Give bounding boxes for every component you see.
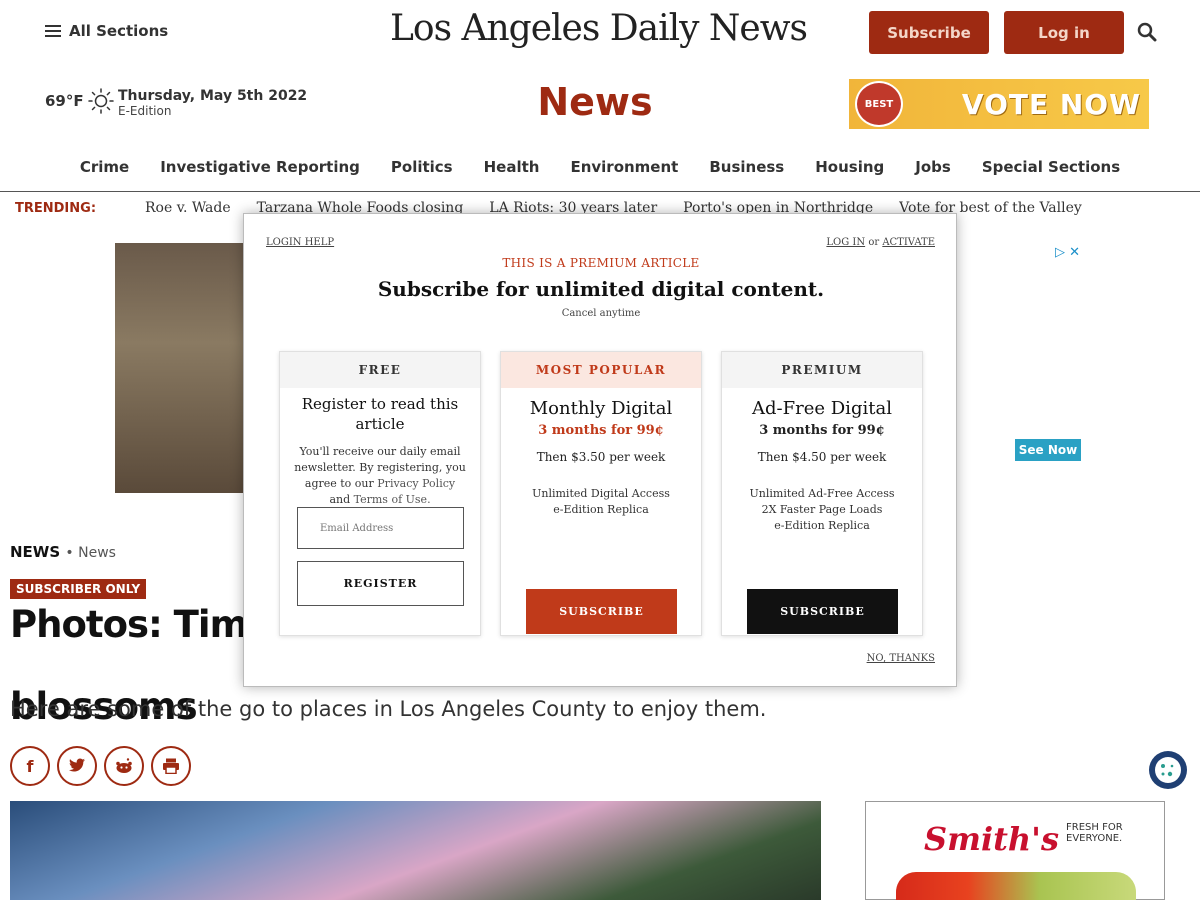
no-thanks-link[interactable]: NO, THANKS bbox=[867, 653, 935, 664]
nav-item-special-sections[interactable]: Special Sections bbox=[982, 158, 1120, 191]
ad-vote-text: VOTE NOW bbox=[961, 87, 1141, 121]
nav-item-crime[interactable]: Crime bbox=[80, 158, 129, 191]
breadcrumb-section[interactable]: NEWS bbox=[10, 543, 60, 561]
trending-label: TRENDING: bbox=[15, 201, 97, 216]
nav-item-health[interactable]: Health bbox=[484, 158, 540, 191]
paywall-modal: LOGIN HELP LOG IN or ACTIVATE THIS IS A … bbox=[243, 213, 957, 687]
ad-free-digital-card: PREMIUM Ad-Free Digital 3 months for 99¢… bbox=[721, 351, 923, 636]
modal-title: Subscribe for unlimited digital content. bbox=[377, 277, 825, 301]
nav-item-housing[interactable]: Housing bbox=[815, 158, 884, 191]
activate-link[interactable]: ACTIVATE bbox=[882, 237, 935, 248]
twitter-share-icon[interactable] bbox=[57, 746, 97, 786]
nav-item-politics[interactable]: Politics bbox=[391, 158, 453, 191]
plan-features: Unlimited Digital Access e-Edition Repli… bbox=[532, 487, 670, 516]
ad-brand: Smith's bbox=[924, 820, 1059, 858]
adfree-subscribe-button[interactable]: SUBSCRIBE bbox=[747, 589, 898, 634]
ad-badge: BEST bbox=[855, 81, 903, 127]
date-block: Thursday, May 5th 2022 E-Edition bbox=[118, 88, 307, 118]
current-date: Thursday, May 5th 2022 bbox=[118, 88, 308, 104]
plan-then-price: Then $3.50 per week bbox=[536, 450, 666, 464]
top-ad-banner[interactable]: BEST VOTE NOW bbox=[849, 79, 1149, 129]
free-plan-card: FREE Register to read this article You'l… bbox=[279, 351, 481, 636]
nav-item-environment[interactable]: Environment bbox=[570, 158, 678, 191]
plan-offer: 3 months for 99¢ bbox=[538, 423, 664, 438]
nav-item-business[interactable]: Business bbox=[709, 158, 784, 191]
or-text: or bbox=[868, 237, 880, 248]
top-bar: All Sections Los Angeles Daily News Subs… bbox=[0, 0, 1200, 64]
free-card-header: FREE bbox=[280, 352, 480, 388]
plan-name: Ad-Free Digital bbox=[752, 398, 892, 419]
masthead-logo[interactable]: Los Angeles Daily News bbox=[390, 8, 808, 49]
register-button[interactable]: REGISTER bbox=[297, 561, 464, 606]
temperature: 69°F bbox=[45, 92, 84, 110]
terms-link[interactable]: Terms of Use. bbox=[354, 493, 431, 506]
facebook-share-icon[interactable]: f bbox=[10, 746, 50, 786]
share-bar: f bbox=[10, 746, 191, 786]
login-activate-links: LOG IN or ACTIVATE bbox=[826, 237, 935, 248]
monthly-digital-card: MOST POPULAR Monthly Digital 3 months fo… bbox=[500, 351, 702, 636]
reddit-share-icon[interactable] bbox=[104, 746, 144, 786]
cancel-anytime-text: Cancel anytime bbox=[561, 308, 641, 319]
print-icon[interactable] bbox=[151, 746, 191, 786]
sidebar-ad[interactable]: Smith's FRESH FOR EVERYONE. bbox=[865, 801, 1165, 900]
most-popular-header: MOST POPULAR bbox=[501, 352, 701, 388]
eedition-link[interactable]: E-Edition bbox=[118, 104, 307, 118]
trending-item[interactable]: Roe v. Wade bbox=[145, 200, 231, 216]
subscribe-button[interactable]: Subscribe bbox=[869, 11, 989, 54]
subscriber-only-badge: SUBSCRIBER ONLY bbox=[10, 579, 147, 599]
ad-choices-icon[interactable]: ▷ ✕ bbox=[1055, 245, 1080, 260]
privacy-policy-link[interactable]: Privacy Policy bbox=[377, 477, 455, 490]
main-nav: Crime Investigative Reporting Politics H… bbox=[0, 144, 1200, 192]
email-field[interactable] bbox=[297, 507, 464, 549]
sun-icon bbox=[87, 88, 114, 114]
plan-name: Monthly Digital bbox=[529, 398, 673, 419]
login-button[interactable]: Log in bbox=[1004, 11, 1124, 54]
ad-tagline: FRESH FOR EVERYONE. bbox=[1066, 822, 1123, 844]
ad-see-now-button[interactable]: See Now bbox=[1015, 439, 1081, 461]
plan-then-price: Then $4.50 per week bbox=[757, 450, 887, 464]
nav-item-investigative[interactable]: Investigative Reporting bbox=[160, 158, 360, 191]
premium-article-label: THIS IS A PREMIUM ARTICLE bbox=[502, 256, 700, 270]
free-card-title: Register to read this article bbox=[301, 395, 459, 433]
hamburger-icon bbox=[45, 25, 61, 37]
article-dek: Here are some of the go to places in Los… bbox=[10, 697, 767, 721]
search-icon[interactable] bbox=[1137, 22, 1157, 42]
article-hero-image bbox=[10, 801, 821, 900]
breadcrumb-subsection[interactable]: News bbox=[78, 545, 116, 561]
plan-offer: 3 months for 99¢ bbox=[759, 423, 885, 438]
ad-vegetables-image bbox=[896, 872, 1136, 900]
login-help-link[interactable]: LOGIN HELP bbox=[266, 237, 334, 248]
modal-login-link[interactable]: LOG IN bbox=[826, 237, 865, 248]
section-title: News bbox=[537, 80, 653, 124]
plan-features: Unlimited Ad-Free Access 2X Faster Page … bbox=[749, 487, 895, 532]
weather-widget: 69°F bbox=[45, 88, 114, 114]
nav-item-jobs[interactable]: Jobs bbox=[915, 158, 951, 191]
free-card-description: You'll receive our daily email newslette… bbox=[294, 445, 466, 506]
cookie-settings-icon[interactable] bbox=[1149, 751, 1187, 789]
premium-header: PREMIUM bbox=[722, 352, 922, 388]
ad-photo bbox=[115, 243, 255, 493]
all-sections-label: All Sections bbox=[69, 22, 169, 40]
breadcrumb: NEWS • News bbox=[10, 543, 116, 561]
all-sections-menu[interactable]: All Sections bbox=[45, 22, 168, 40]
monthly-subscribe-button[interactable]: SUBSCRIBE bbox=[526, 589, 677, 634]
